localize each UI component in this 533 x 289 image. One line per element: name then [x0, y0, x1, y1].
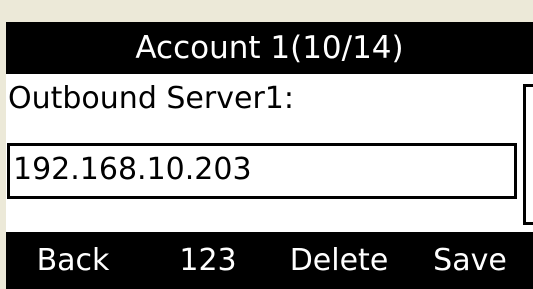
- delete-softkey[interactable]: Delete: [276, 232, 402, 289]
- outbound-server-label: Outbound Server1:: [8, 81, 294, 116]
- save-softkey[interactable]: Save: [407, 232, 533, 289]
- scrollbar[interactable]: [523, 84, 526, 225]
- page-title: Account 1(10/14): [135, 29, 404, 66]
- softkey-bar: Back 123 Delete Save: [6, 232, 533, 289]
- outbound-server-input[interactable]: 192.168.10.203: [7, 143, 517, 199]
- back-softkey[interactable]: Back: [6, 232, 140, 289]
- title-bar: Account 1(10/14): [6, 22, 533, 74]
- phone-screen: Account 1(10/14) Outbound Server1: 192.1…: [6, 22, 533, 289]
- outbound-server-value: 192.168.10.203: [13, 152, 252, 187]
- scrollbar-bottom-tick: [523, 222, 533, 225]
- input-mode-softkey[interactable]: 123: [145, 232, 271, 289]
- scrollbar-top-tick: [523, 84, 533, 87]
